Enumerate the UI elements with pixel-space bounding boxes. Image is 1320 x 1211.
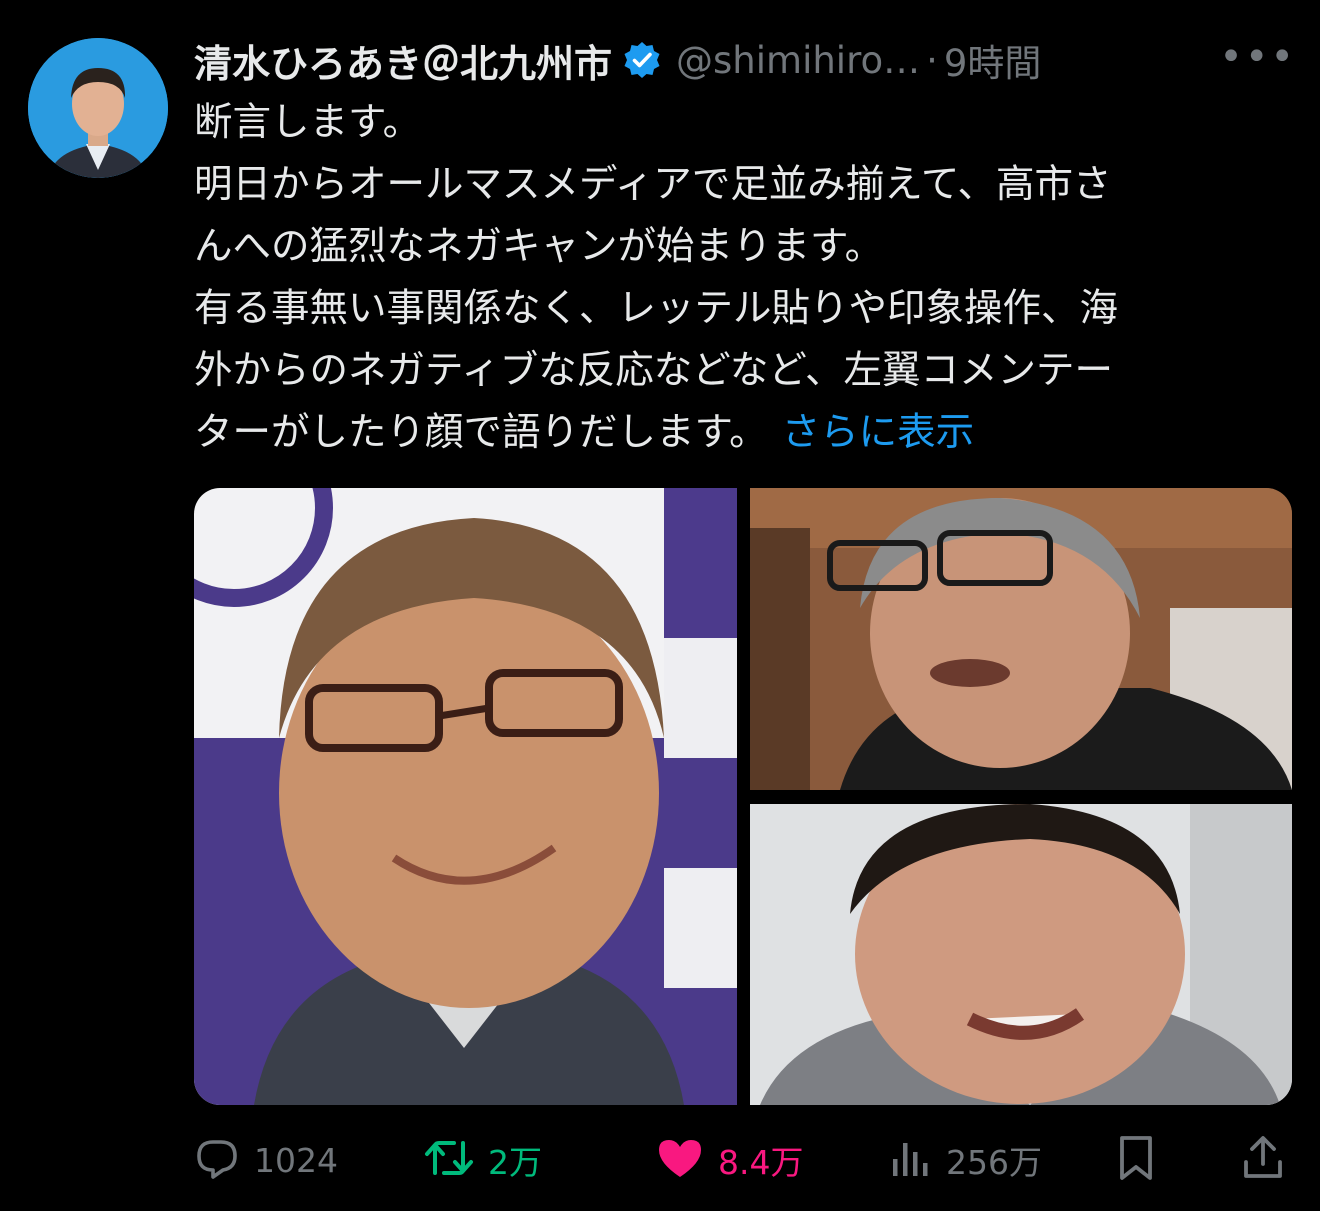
author-handle[interactable]: @shimihiro… <box>676 39 920 82</box>
bookmark-icon <box>1116 1134 1156 1186</box>
photo-older-man-glasses-smiling[interactable] <box>194 488 737 1105</box>
post-text-line: 断言します。 <box>194 100 422 145</box>
verified-badge-icon <box>622 40 662 80</box>
photo-man-glasses-gray-hair[interactable] <box>750 488 1292 790</box>
action-bar: 1024 2万 8.4万 256万 <box>194 1130 1292 1190</box>
views-chart-icon <box>888 1135 932 1185</box>
like-count: 8.4万 <box>718 1143 804 1182</box>
separator-dot: · <box>926 38 938 82</box>
post-text-line: 有る事無い事関係なく、レッテル貼りや印象操作、海 <box>194 286 1119 331</box>
post-text-line: ターがしたり顔で語りだします。 <box>194 410 768 455</box>
user-avatar[interactable] <box>28 38 168 178</box>
post-text-line: 外からのネガティブな反応などなど、左翼コメンテー <box>194 348 1113 393</box>
like-button[interactable]: 8.4万 <box>656 1130 803 1190</box>
media-grid <box>194 488 1292 1105</box>
retweet-count: 2万 <box>488 1143 542 1182</box>
views-button[interactable]: 256万 <box>888 1130 1042 1190</box>
reply-icon <box>194 1135 240 1185</box>
bookmark-button[interactable] <box>1116 1130 1156 1190</box>
share-button[interactable] <box>1240 1130 1286 1190</box>
reply-button[interactable]: 1024 <box>194 1130 338 1190</box>
post-time[interactable]: 9時間 <box>944 33 1042 87</box>
post-text-line: んへの猛烈なネガキャンが始まります。 <box>194 224 884 269</box>
post-text: 断言します。 明日からオールマスメディアで足並み揃えて、高市さ んへの猛烈なネガ… <box>194 92 1284 464</box>
show-more-link[interactable]: さらに表示 <box>782 410 975 455</box>
photo-man-speaking[interactable] <box>750 804 1292 1105</box>
heart-filled-icon <box>656 1135 704 1185</box>
share-icon <box>1240 1134 1286 1186</box>
post-header: 清水ひろあき＠北九州市 @shimihiro… · 9時間 ••• <box>194 30 1296 90</box>
retweet-button[interactable]: 2万 <box>424 1130 542 1190</box>
post-text-line-last: ターがしたり顔で語りだします。 さらに表示 <box>194 402 1284 464</box>
author-display-name[interactable]: 清水ひろあき＠北九州市 <box>194 33 612 88</box>
views-count: 256万 <box>946 1143 1042 1182</box>
retweet-icon <box>424 1135 474 1185</box>
post-text-line: 明日からオールマスメディアで足並み揃えて、高市さ <box>194 162 1112 207</box>
reply-count: 1024 <box>254 1140 338 1180</box>
more-dots-icon[interactable]: ••• <box>1219 34 1296 80</box>
